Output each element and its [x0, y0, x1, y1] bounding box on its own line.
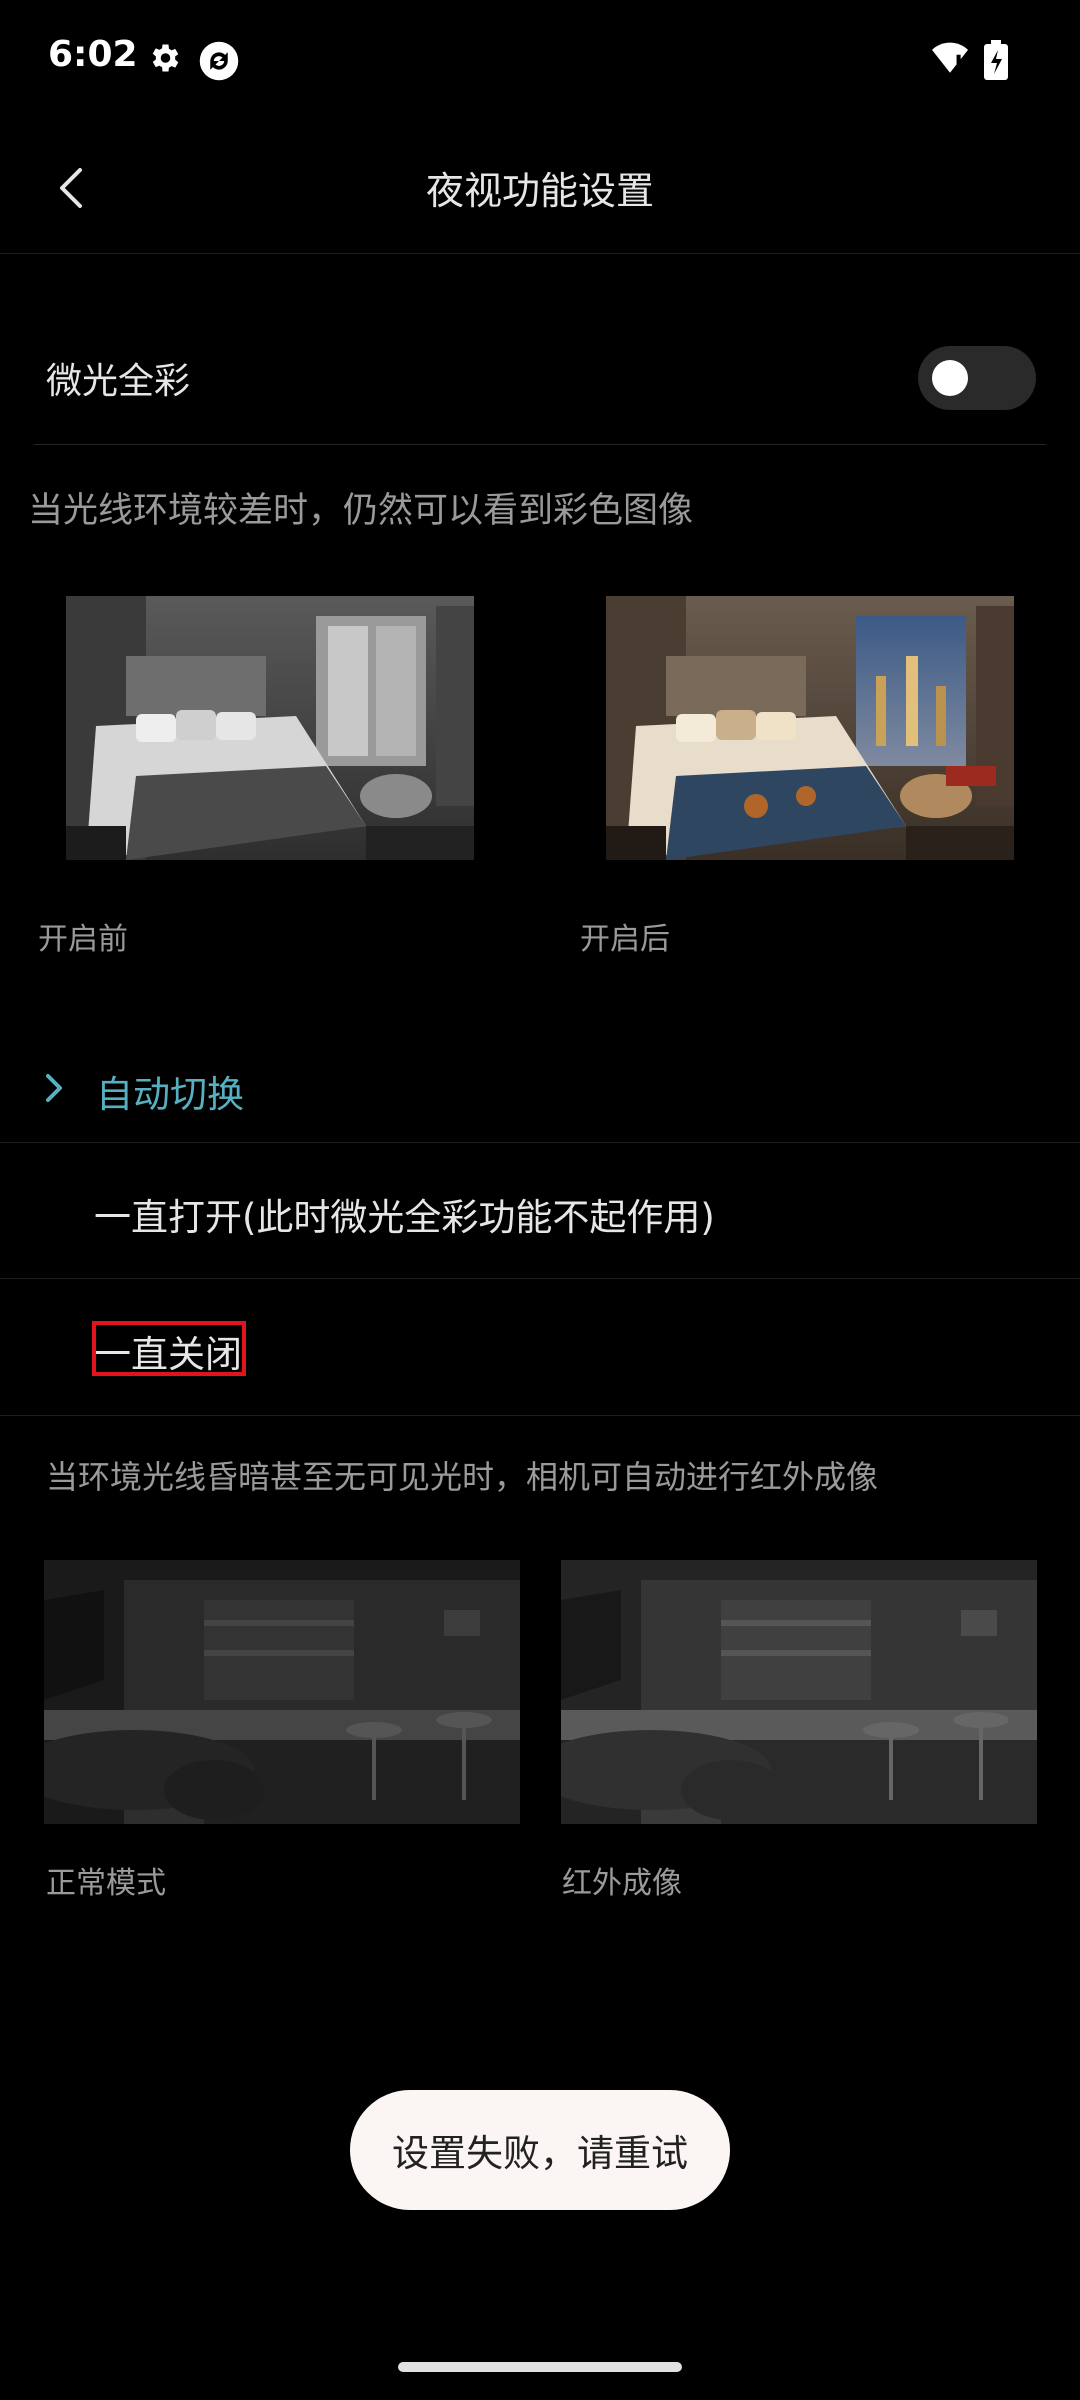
before-caption: 开启前	[38, 922, 128, 957]
battery-icon	[984, 40, 1008, 84]
infrared-mode-caption: 红外成像	[562, 1866, 682, 1901]
auto-switch-label: 自动切换	[96, 1073, 244, 1116]
chevron-right-icon	[40, 1068, 68, 1112]
sync-icon	[198, 40, 240, 86]
option-always-on[interactable]: 一直打开(此时微光全彩功能不起作用)	[0, 1143, 1080, 1279]
status-time: 6:02	[48, 34, 138, 75]
divider	[34, 444, 1046, 445]
home-indicator[interactable]	[398, 2362, 682, 2372]
option-auto-switch[interactable]: 自动切换	[0, 1032, 1080, 1142]
low-light-label: 微光全彩	[46, 361, 191, 402]
normal-mode-image	[44, 1560, 520, 1824]
wifi-icon	[930, 40, 970, 80]
before-image	[66, 596, 474, 860]
toggle-knob	[932, 360, 968, 396]
low-light-description: 当光线环境较差时，仍然可以看到彩色图像	[28, 491, 694, 531]
error-toast: 设置失败，请重试	[350, 2090, 730, 2210]
always-on-label: 一直打开(此时微光全彩功能不起作用)	[94, 1196, 715, 1239]
infrared-mode-image	[561, 1560, 1037, 1824]
normal-mode-caption: 正常模式	[46, 1866, 166, 1901]
selection-highlight	[92, 1321, 246, 1376]
after-image	[606, 596, 1014, 860]
low-light-toggle[interactable]	[918, 346, 1036, 410]
status-bar: 6:02	[0, 0, 1080, 118]
gear-icon	[146, 40, 182, 80]
page-title: 夜视功能设置	[425, 169, 654, 213]
after-caption: 开启后	[580, 922, 670, 957]
app-bar: 夜视功能设置	[0, 118, 1080, 254]
infrared-description: 当环境光线昏暗甚至无可见光时，相机可自动进行红外成像	[46, 1458, 879, 1496]
